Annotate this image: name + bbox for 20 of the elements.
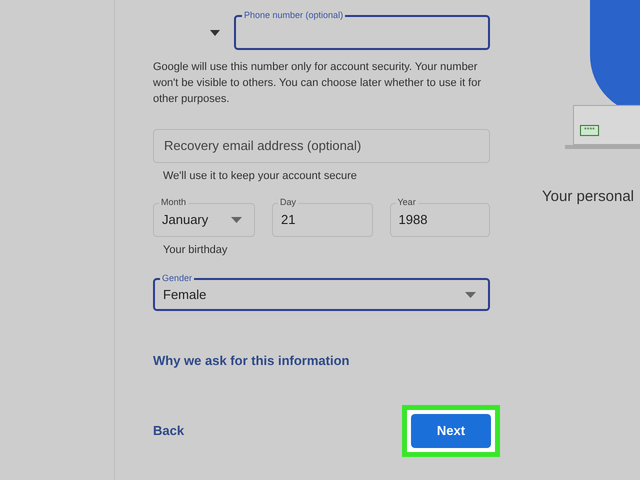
birthday-help-text: Your birthday xyxy=(163,242,228,258)
back-link[interactable]: Back xyxy=(153,420,184,440)
phone-help-text: Google will use this number only for account security. Your number won't be visible to others. You can choose later whether to use it for other purposes. xyxy=(153,60,482,107)
caret-icon[interactable] xyxy=(210,30,220,36)
recovery-email-field[interactable]: Recovery email address (optional) xyxy=(153,129,490,163)
field-value: January xyxy=(162,210,210,229)
field-value: Female xyxy=(163,286,208,304)
field-label: Day xyxy=(278,196,298,208)
next-button[interactable]: Next xyxy=(411,414,491,448)
field-label: Phone number (optional) xyxy=(242,9,346,21)
field-value: 21 xyxy=(281,210,296,229)
caret-icon xyxy=(465,292,476,298)
recovery-help-text: We'll use it to keep your account secure xyxy=(163,169,358,184)
info-link[interactable]: Why we ask for this information xyxy=(153,351,490,370)
field-label: Month xyxy=(159,196,188,208)
side-caption: Your personal xyxy=(542,187,634,207)
field-label: Year xyxy=(396,196,418,208)
field-label: Gender xyxy=(160,273,194,284)
caret-icon xyxy=(231,216,242,222)
field-value: 1988 xyxy=(398,210,428,229)
